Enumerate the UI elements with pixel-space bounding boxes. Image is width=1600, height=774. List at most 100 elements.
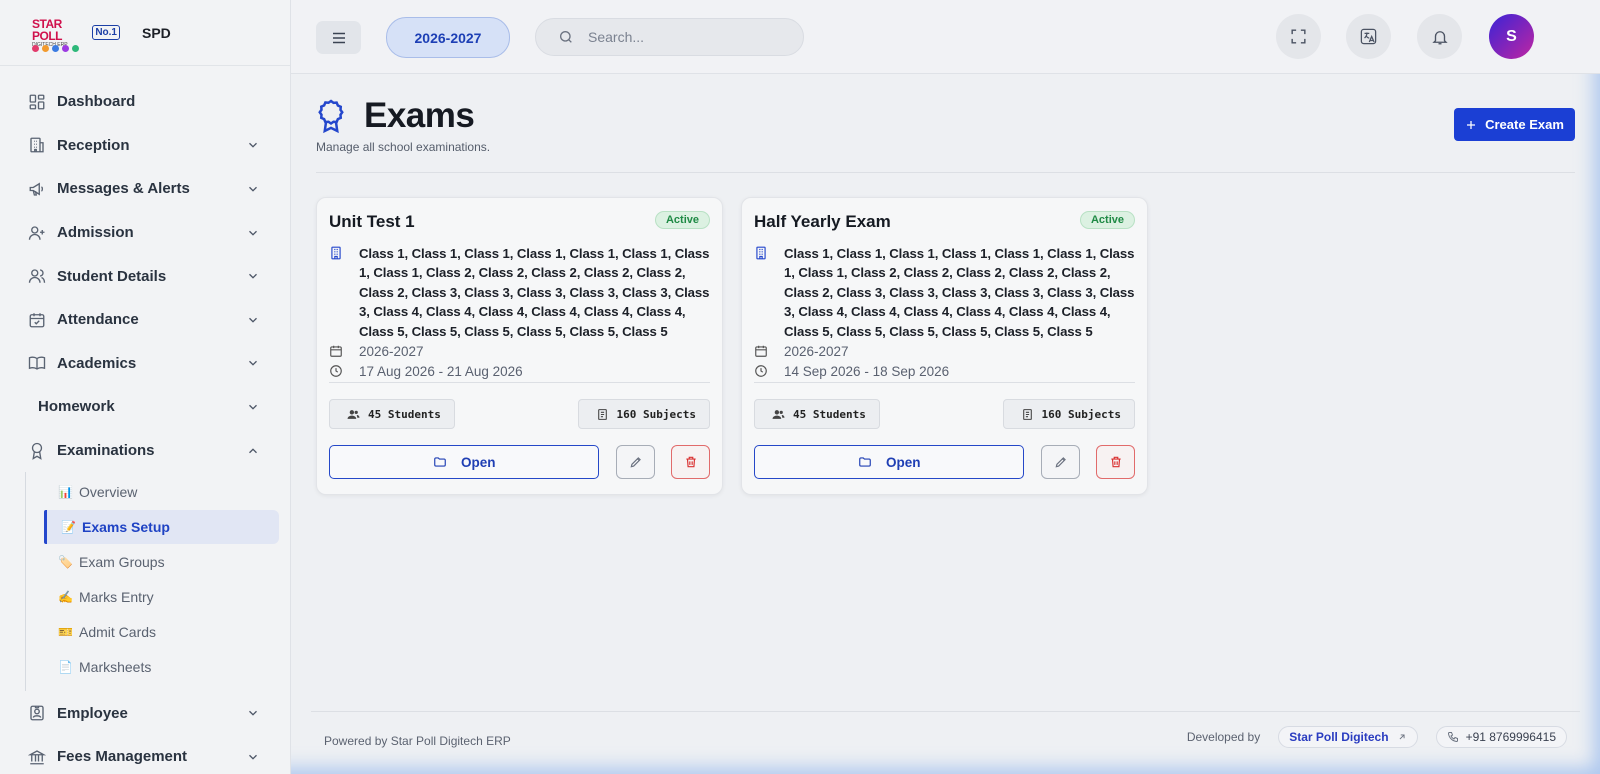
sidebar-subitem-marks-entry[interactable]: ✍️ Marks Entry [44,580,279,614]
sidebar-item-label: Dashboard [57,93,136,111]
delete-exam-button[interactable] [1096,445,1135,480]
sidebar-subitem-marksheets[interactable]: 📄 Marksheets [44,650,279,684]
logo-badge: No.1 [92,25,120,40]
search-box[interactable] [535,18,804,56]
app-window: STAR POLL DIGITECH ERP No.1 SPD Dashboar… [0,0,1600,774]
award-icon [28,442,46,460]
calendar-check-icon [28,311,46,329]
footer-right: Developed by Star Poll Digitech +91 8769… [1187,726,1567,748]
create-exam-button[interactable]: Create Exam [1454,108,1575,141]
sidebar-item-reception[interactable]: Reception [0,124,290,168]
external-link-icon [1397,732,1407,742]
search-icon [558,29,574,45]
phone-link[interactable]: +91 8769996415 [1435,726,1567,748]
sidebar-item-label: Admission [57,224,134,242]
book-open-icon [28,354,46,372]
logo-text: STAR POLL [32,16,63,43]
translate-button[interactable] [1346,14,1391,59]
open-exam-button[interactable]: Open [329,445,600,480]
status-badge: Active [1079,211,1135,229]
sidebar-item-label: Student Details [57,267,167,285]
plus-icon [1465,119,1477,131]
sidebar-item-attendance[interactable]: Attendance [0,298,290,342]
sidebar-subitem-exam-groups[interactable]: 🏷️ Exam Groups [44,545,279,579]
sidebar-item-dashboard[interactable]: Dashboard [0,80,290,124]
brand[interactable]: STAR POLL DIGITECH ERP No.1 SPD [0,0,290,66]
user-avatar[interactable]: S [1489,14,1534,59]
subjects-count: 160 Subjects [577,399,710,430]
examinations-submenu: 📊 Overview 📝 Exams Setup 🏷️ Exam Groups ✍️ M… [25,472,290,692]
exam-session: 2026-2027 [359,343,424,359]
sidebar: STAR POLL DIGITECH ERP No.1 SPD Dashboar… [0,0,291,774]
sidebar-item-label: Academics [57,354,137,372]
sidebar-item-messages[interactable]: Messages & Alerts [0,167,290,211]
menu-toggle-button[interactable] [316,21,361,54]
chevron-up-icon [246,444,260,458]
exam-card: Unit Test 1 Active Class 1, Class 1, Cla… [316,197,723,495]
edit-exam-button[interactable] [1041,445,1081,480]
chevron-down-icon [246,400,260,414]
students-count: 45 Students [754,399,880,430]
sidebar-item-fees-management[interactable]: Fees Management [0,735,290,774]
page-header: Exams Manage all school examinations. [316,96,1575,154]
exam-session: 2026-2027 [784,343,849,359]
hamburger-icon [330,29,348,47]
developer-name: Star Poll Digitech [1289,730,1389,744]
clock-icon [329,364,343,378]
card-divider [754,382,1135,384]
phone-number: +91 8769996415 [1465,730,1556,744]
chevron-down-icon [246,313,260,327]
bell-icon [1431,28,1449,46]
folder-icon [858,455,872,469]
developer-link[interactable]: Star Poll Digitech [1278,726,1418,748]
exam-title: Unit Test 1 [329,212,415,231]
notifications-button[interactable] [1417,14,1462,59]
session-selector[interactable]: 2026-2027 [386,17,510,58]
chart-emoji-icon: 📊 [58,485,73,500]
subjects-count: 160 Subjects [1002,399,1135,430]
subitem-label: Exam Groups [79,554,165,571]
students-count: 45 Students [329,399,455,430]
search-input[interactable] [588,29,768,45]
brand-name: SPD [142,24,171,41]
calendar-icon [329,344,343,358]
document-icon [596,408,609,421]
sidebar-item-homework[interactable]: Homework [0,385,290,429]
sidebar-item-employee[interactable]: Employee [0,691,290,735]
writing-hand-emoji-icon: ✍️ [58,590,73,605]
open-exam-button[interactable]: Open [754,445,1025,480]
sidebar-subitem-admit-cards[interactable]: 🎫 Admit Cards [44,615,279,649]
sidebar-item-examinations[interactable]: Examinations [0,429,290,473]
exam-classes: Class 1, Class 1, Class 1, Class 1, Clas… [359,246,710,339]
sidebar-item-admission[interactable]: Admission [0,211,290,255]
pencil-icon [1054,455,1068,469]
chevron-down-icon [246,356,260,370]
phone-icon [1447,731,1459,743]
open-label: Open [885,454,921,470]
sidebar-subitem-exams-setup[interactable]: 📝 Exams Setup [44,510,279,545]
award-icon [316,98,346,134]
subitem-label: Marks Entry [79,589,154,606]
sidebar-item-label: Reception [57,136,130,154]
sidebar-item-label: Fees Management [57,748,188,766]
translate-icon [1359,27,1378,46]
trash-icon [1109,455,1123,469]
sidebar-item-student-details[interactable]: Student Details [0,254,290,298]
main-content: Exams Manage all school examinations. Cr… [291,74,1600,774]
status-badge: Active [654,211,710,229]
edit-exam-button[interactable] [616,445,656,480]
sidebar-item-label: Attendance [57,311,139,329]
exam-dates: 17 Aug 2026 - 21 Aug 2026 [359,363,523,379]
building-icon [28,136,46,154]
sidebar-item-label: Homework [38,398,115,416]
building-icon [329,246,343,260]
subitem-label: Admit Cards [79,624,157,641]
students-label: 45 Students [368,407,441,421]
clock-icon [754,364,768,378]
chevron-down-icon [246,226,260,240]
folder-icon [433,455,447,469]
fullscreen-button[interactable] [1276,14,1321,59]
delete-exam-button[interactable] [671,445,710,480]
sidebar-subitem-overview[interactable]: 📊 Overview [44,475,279,509]
sidebar-item-academics[interactable]: Academics [0,342,290,386]
